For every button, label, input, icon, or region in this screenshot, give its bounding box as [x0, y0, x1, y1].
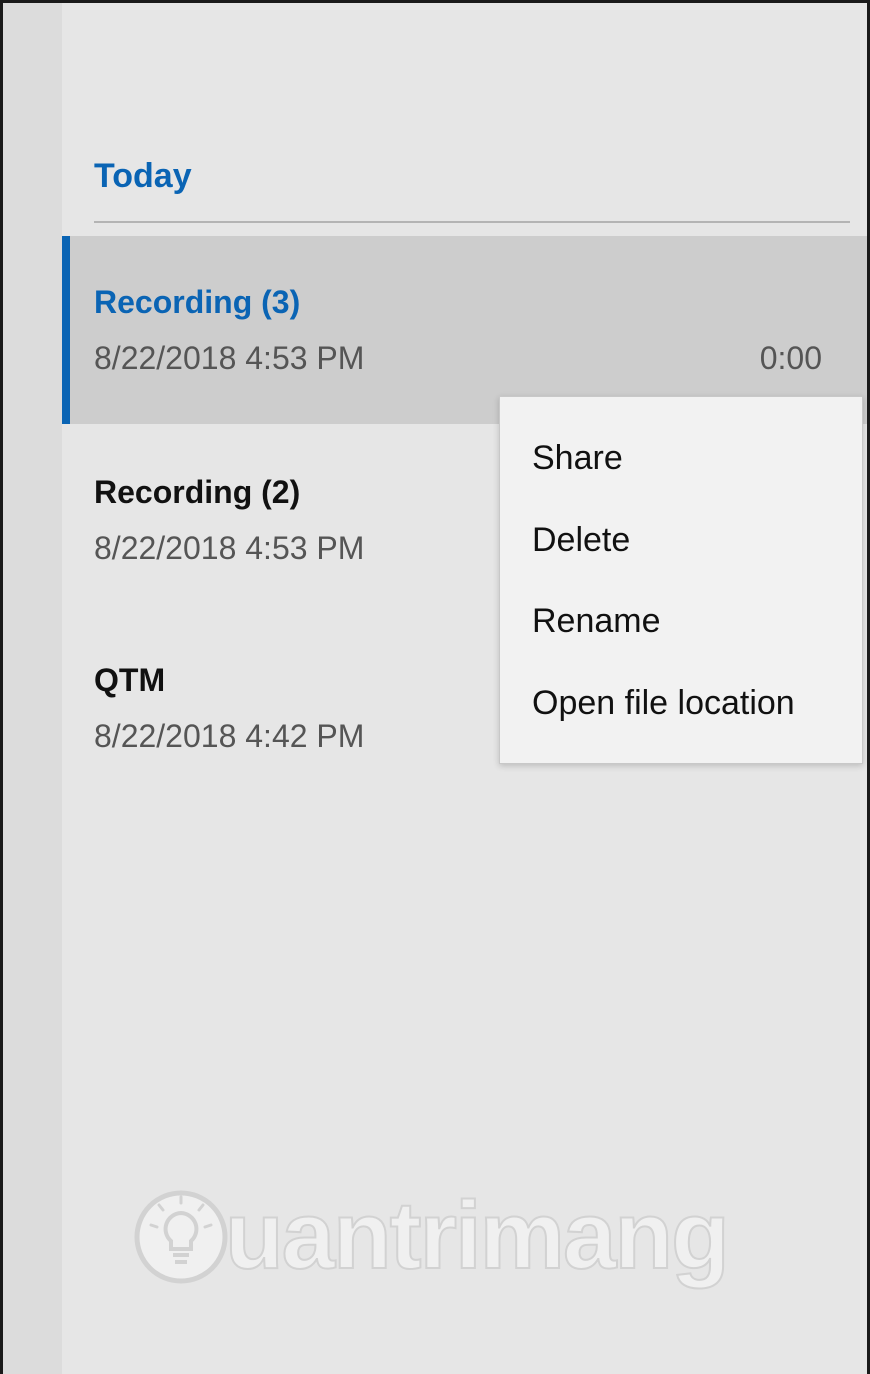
recording-date: 8/22/2018 4:53 PM: [94, 340, 365, 376]
selection-accent-bar: [62, 236, 70, 424]
recording-title: Recording (2): [94, 474, 301, 510]
section-divider: [94, 221, 850, 223]
menu-item-open-file-location[interactable]: Open file location: [532, 684, 795, 723]
recording-title: QTM: [94, 662, 166, 698]
recording-date: 8/22/2018 4:53 PM: [94, 530, 365, 566]
app-window: Today Recording (3) 8/22/2018 4:53 PM 0:…: [0, 0, 870, 1374]
menu-item-rename[interactable]: Rename: [532, 602, 661, 641]
recording-duration: 0:00: [759, 340, 822, 376]
section-header-today: Today: [94, 157, 192, 195]
menu-item-delete[interactable]: Delete: [532, 521, 630, 560]
lightbulb-icon: [134, 1190, 228, 1284]
watermark-text: uantrimang: [224, 1181, 731, 1290]
menu-item-share[interactable]: Share: [532, 439, 623, 478]
recording-title: Recording (3): [94, 284, 301, 320]
watermark: uantrimang: [133, 1173, 731, 1303]
context-menu: Share Delete Rename Open file location: [499, 396, 863, 764]
navigation-strip: [3, 3, 62, 1374]
recording-date: 8/22/2018 4:42 PM: [94, 718, 365, 754]
